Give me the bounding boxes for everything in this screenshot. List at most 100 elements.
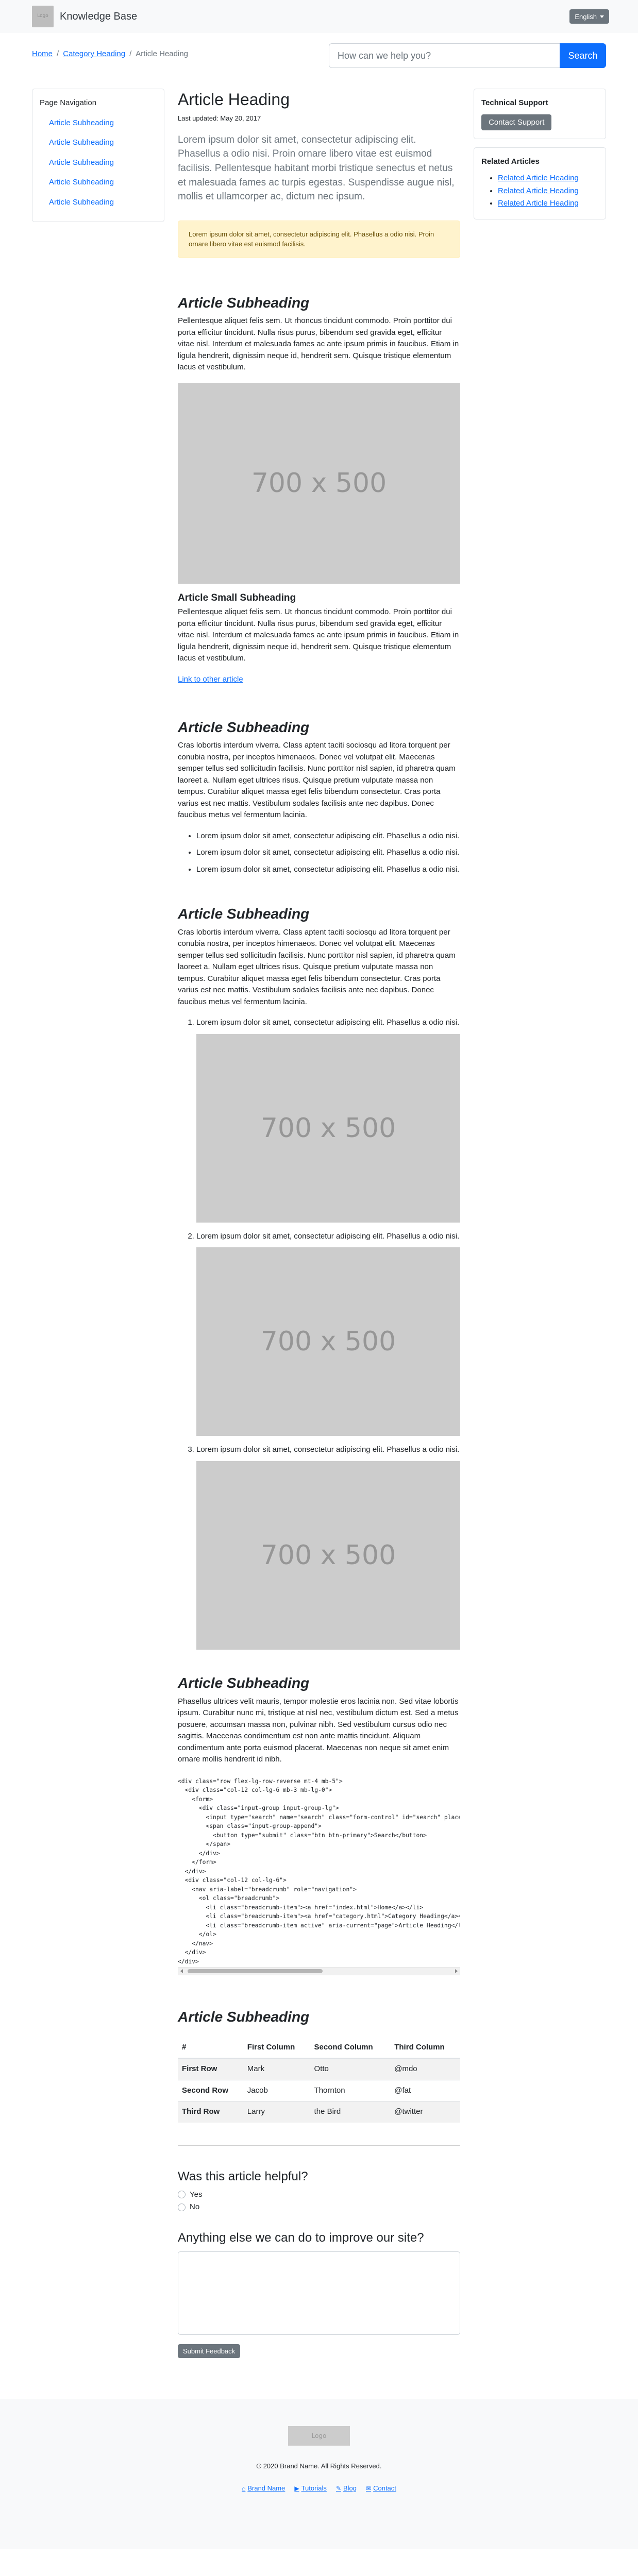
table-header-row: # First Column Second Column Third Colum…: [178, 2037, 460, 2059]
article-title: Article Heading: [178, 90, 290, 109]
section-heading: Article Subheading: [178, 719, 310, 735]
table-cell: Thornton: [310, 2079, 391, 2102]
radio-no[interactable]: [178, 2203, 186, 2211]
article-lead: Lorem ipsum dolor sit amet, consectetur …: [178, 134, 455, 202]
page-nav-link[interactable]: Article Subheading: [40, 174, 157, 192]
placeholder-image: 700 x 500: [178, 382, 460, 584]
article-section-2: Article Subheading Cras lobortis interdu…: [178, 719, 460, 876]
breadcrumb-home[interactable]: Home: [32, 49, 53, 58]
right-sidebar: Technical Support Contact Support Relate…: [474, 89, 606, 2358]
radio-no-label: No: [190, 2202, 200, 2212]
brand-name: Knowledge Base: [60, 11, 138, 22]
radio-yes-label: Yes: [190, 2190, 203, 2199]
breadcrumb-category[interactable]: Category Heading: [63, 49, 125, 58]
scroll-left-icon[interactable]: [180, 1969, 183, 1973]
brand-logo: Logo: [32, 6, 54, 27]
step-list: Lorem ipsum dolor sit amet, consectetur …: [178, 1017, 460, 1650]
placeholder-image: 700 x 500: [196, 1461, 460, 1650]
section-body: Cras lobortis interdum viverra. Class ap…: [178, 927, 456, 1006]
copyright: © 2020 Brand Name. All Rights Reserved.: [256, 2462, 382, 2470]
column-header: First Column: [243, 2037, 310, 2059]
search-form: Search: [329, 43, 606, 68]
top-navbar: Logo Knowledge Base English: [0, 0, 638, 33]
table-cell: Mark: [243, 2058, 310, 2080]
footer-logo[interactable]: Logo: [288, 2426, 350, 2446]
related-articles-list: Related Article Heading Related Article …: [481, 173, 598, 210]
brand[interactable]: Logo Knowledge Base: [32, 6, 137, 27]
list-item: Lorem ipsum dolor sit amet, consectetur …: [196, 847, 460, 859]
related-article-link[interactable]: Related Article Heading: [498, 199, 579, 208]
table-cell: Jacob: [243, 2079, 310, 2102]
envelope-icon: ✉: [366, 2484, 372, 2492]
feedback-textarea[interactable]: [178, 2251, 460, 2335]
section-heading: Article Subheading: [178, 2009, 310, 2025]
improve-question: Anything else we can do to improve our s…: [178, 2230, 424, 2245]
list-item: Related Article Heading: [498, 173, 598, 184]
related-article-link[interactable]: Related Article Heading: [498, 187, 579, 195]
page-navigation-card: Page Navigation Article Subheading Artic…: [32, 89, 164, 222]
article-section-5: Article Subheading # First Column Second…: [178, 2008, 460, 2123]
footer-link-label: Brand Name: [247, 2484, 286, 2493]
language-label: English: [575, 12, 597, 21]
step-text: Lorem ipsum dolor sit amet, consectetur …: [196, 1445, 460, 1454]
section-body: Cras lobortis interdum viverra. Class ap…: [178, 741, 456, 820]
table-row: First Row Mark Otto @mdo: [178, 2058, 460, 2080]
other-article-link[interactable]: Link to other article: [178, 674, 243, 686]
feedback-section: Was this article helpful? Yes No Anythin…: [178, 2167, 460, 2358]
list-item: Related Article Heading: [498, 198, 598, 210]
footer-link-brand[interactable]: ⌂ Brand Name: [242, 2483, 285, 2494]
page-navigation-title: Page Navigation: [40, 98, 97, 107]
step-text: Lorem ipsum dolor sit amet, consectetur …: [196, 1231, 460, 1241]
section-small-heading: Article Small Subheading: [178, 592, 296, 603]
breadcrumb: Home / Category Heading / Article Heading: [32, 48, 188, 60]
footer-link-blog[interactable]: ✎ Blog: [336, 2483, 357, 2494]
content-layout: Page Navigation Article Subheading Artic…: [0, 89, 638, 2358]
radio-yes[interactable]: [178, 2191, 186, 2199]
caret-down-icon: [600, 15, 604, 18]
pencil-icon: ✎: [335, 2484, 341, 2492]
article-section-1: Article Subheading Pellentesque aliquet …: [178, 294, 460, 686]
page-nav-link[interactable]: Article Subheading: [40, 194, 157, 212]
list-item: Related Article Heading: [498, 185, 598, 197]
page-nav-link[interactable]: Article Subheading: [40, 154, 157, 172]
page-nav-link[interactable]: Article Subheading: [40, 134, 157, 152]
breadcrumb-separator: /: [57, 49, 59, 58]
code-horizontal-scrollbar[interactable]: [178, 1967, 460, 1975]
row-header: First Row: [178, 2058, 243, 2080]
search-input[interactable]: [329, 43, 560, 68]
data-table: # First Column Second Column Third Colum…: [178, 2037, 460, 2123]
warning-alert: Lorem ipsum dolor sit amet, consectetur …: [178, 220, 460, 258]
placeholder-image: 700 x 500: [196, 1247, 460, 1436]
footer-link-tutorials[interactable]: ▶ Tutorials: [294, 2483, 327, 2494]
breadcrumb-separator: /: [129, 49, 132, 58]
page-nav-link[interactable]: Article Subheading: [40, 114, 157, 132]
list-item: Lorem ipsum dolor sit amet, consectetur …: [196, 831, 460, 842]
table-cell: @twitter: [390, 2101, 460, 2123]
footer-link-contact[interactable]: ✉ Contact: [366, 2483, 396, 2494]
scrollbar-thumb[interactable]: [188, 1969, 323, 1973]
article: Article Heading Last updated: May 20, 20…: [178, 89, 460, 2358]
table-row: Third Row Larry the Bird @twitter: [178, 2101, 460, 2123]
contact-support-button[interactable]: Contact Support: [481, 114, 552, 130]
scroll-right-icon[interactable]: [455, 1969, 458, 1973]
bullet-list: Lorem ipsum dolor sit amet, consectetur …: [178, 831, 460, 876]
related-article-link[interactable]: Related Article Heading: [498, 174, 579, 182]
footer: Logo © 2020 Brand Name. All Rights Reser…: [0, 2399, 638, 2549]
search-button[interactable]: Search: [560, 43, 606, 68]
column-header: Second Column: [310, 2037, 391, 2059]
article-section-3: Article Subheading Cras lobortis interdu…: [178, 905, 460, 1650]
step-item: Lorem ipsum dolor sit amet, consectetur …: [196, 1231, 460, 1436]
submit-feedback-button[interactable]: Submit Feedback: [178, 2344, 241, 2358]
helpful-yes-option[interactable]: Yes: [178, 2189, 460, 2201]
table-cell: Larry: [243, 2101, 310, 2123]
video-icon: ▶: [294, 2484, 299, 2492]
footer-link-label: Contact: [373, 2484, 396, 2493]
helpful-no-option[interactable]: No: [178, 2201, 460, 2213]
subheader: Home / Category Heading / Article Heading Se…: [0, 33, 638, 89]
column-header: #: [178, 2037, 243, 2059]
section-heading: Article Subheading: [178, 294, 310, 311]
table-cell: @mdo: [390, 2058, 460, 2080]
column-header: Third Column: [390, 2037, 460, 2059]
technical-support-title: Technical Support: [481, 98, 548, 107]
language-dropdown[interactable]: English: [569, 9, 609, 24]
